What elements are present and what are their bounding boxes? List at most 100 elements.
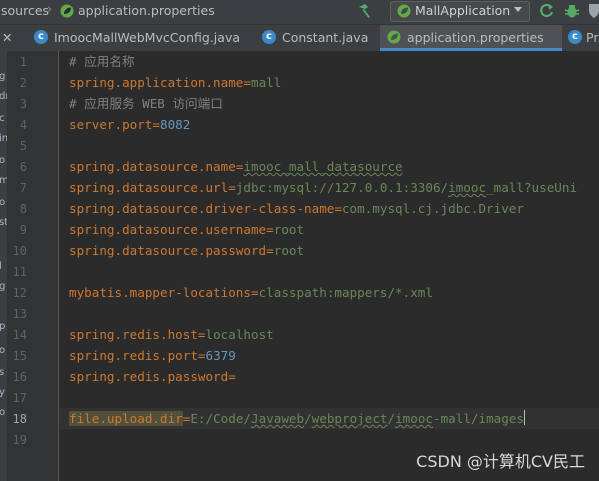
project-panel-edge: g dr c in o m o st l g p o s y o (0, 51, 8, 481)
equals-sign: = (334, 201, 342, 216)
tab-application-properties[interactable]: application.properties (380, 25, 562, 51)
equals-sign: = (197, 348, 206, 363)
tab-label: ImoocMallWebMvcConfig.java (54, 30, 240, 45)
property-value: mall (250, 75, 282, 90)
comment-text: # 应用名称 (69, 54, 135, 69)
code-line-15[interactable]: spring.redis.port=6379 (69, 345, 236, 366)
line-number: 17 (12, 391, 27, 405)
property-key: mybatis.mapper-locations (69, 285, 251, 300)
project-tree-fragment: o (0, 155, 5, 166)
line-number: 9 (19, 223, 27, 237)
property-value-typo: imooc (448, 180, 487, 195)
property-value: 6379 (205, 348, 236, 363)
project-tree-fragment: p (0, 321, 5, 332)
code-editor[interactable]: # 应用名称 spring.application.name=mall # 应用… (59, 51, 599, 481)
tab-constant[interactable]: c Constant.java (254, 25, 376, 51)
project-tree-fragment: o (0, 407, 5, 418)
property-key: spring.datasource.url (69, 180, 229, 195)
property-key: spring.application.name (69, 75, 244, 90)
comment-text: # 应用服务 WEB 访问端口 (69, 96, 223, 111)
breadcrumb-file[interactable]: application.properties (78, 3, 215, 18)
tab-pr[interactable]: c Pr (562, 25, 599, 51)
code-line-8[interactable]: spring.datasource.driver-class-name=com.… (69, 198, 524, 219)
line-number: 8 (19, 202, 27, 216)
code-line-6[interactable]: spring.datasource.name=imooc_mall_dataso… (69, 156, 403, 177)
code-line-18[interactable]: file.upload.dir=E:/Code/Javaweb/webproje… (69, 408, 526, 429)
property-value: / (304, 411, 312, 426)
run-configuration-label: MallApplication (415, 3, 511, 18)
equals-sign: = (250, 285, 259, 300)
tab-overflow-left[interactable]: ✕ (0, 25, 20, 51)
project-tree-fragment: c (0, 113, 5, 124)
line-number: 12 (12, 286, 27, 300)
equals-sign: = (243, 75, 251, 90)
build-hammer-icon[interactable] (356, 2, 374, 20)
debug-bug-icon[interactable] (563, 2, 581, 20)
line-number-gutter[interactable]: 1 2 3 4 5 6 7 8 9 10 11 12 13 14 15 16 1… (8, 51, 59, 481)
breadcrumb-sources[interactable]: sources (1, 3, 49, 18)
line-number: 3 (19, 97, 27, 111)
code-line-16[interactable]: spring.redis.password= (69, 366, 236, 387)
tab-label: Pr (586, 30, 599, 45)
spring-leaf-icon (387, 30, 401, 44)
ide-window: sources › application.properties MallApp… (0, 0, 599, 481)
code-line-4[interactable]: server.port=8082 (69, 114, 190, 135)
project-tree-fragment: st (0, 217, 8, 228)
code-line-1[interactable]: # 应用名称 (69, 51, 135, 72)
property-value: / (387, 411, 396, 426)
java-class-icon: c (262, 30, 276, 44)
line-number: 1 (19, 55, 27, 69)
property-value: classpath:mappers/*.xml (258, 285, 433, 300)
line-number: 14 (12, 328, 27, 342)
line-number: 2 (19, 76, 27, 90)
line-number: 10 (12, 244, 27, 258)
run-configuration-selector[interactable]: MallApplication (390, 1, 530, 22)
project-tree-fragment: g (0, 71, 5, 82)
close-icon[interactable]: ✕ (2, 30, 12, 45)
project-tree-fragment: o (0, 345, 5, 356)
code-line-2[interactable]: spring.application.name=mall (69, 72, 281, 93)
property-value: -mall/images (433, 411, 525, 426)
property-key: spring.redis.host (69, 327, 198, 342)
tab-label: application.properties (407, 30, 544, 45)
watermark: CSDN @计算机CV民工 (416, 452, 585, 471)
coverage-shield-icon[interactable] (588, 2, 599, 20)
property-key: spring.datasource.password (69, 243, 267, 258)
property-value: 8082 (160, 117, 191, 132)
project-tree-fragment: o (0, 197, 5, 208)
property-value: com.mysql.cj.jdbc.Driver (341, 201, 524, 216)
line-number: 5 (19, 139, 27, 153)
property-key: server.port (69, 117, 153, 132)
property-value: root (273, 222, 305, 237)
line-number: 4 (19, 118, 27, 132)
property-value: localhost (205, 327, 274, 342)
line-number-current: 18 (12, 412, 27, 426)
java-class-icon: c (34, 30, 48, 44)
editor-tab-bar: ✕ c ImoocMallWebMvcConfig.java c Constan… (0, 25, 599, 52)
line-number: 19 (12, 433, 27, 447)
equals-sign: = (266, 243, 274, 258)
property-value: _mall?useUni (486, 180, 578, 195)
project-tree-fragment: m (0, 175, 7, 186)
property-value-typo: imooc (395, 411, 434, 426)
code-line-12[interactable]: mybatis.mapper-locations=classpath:mappe… (69, 282, 433, 303)
equals-sign: = (228, 369, 236, 384)
code-line-10[interactable]: spring.datasource.password=root (69, 240, 304, 261)
code-line-7[interactable]: spring.datasource.url=jdbc:mysql://127.0… (69, 177, 577, 198)
property-key: spring.redis.port (69, 348, 198, 363)
line-number: 15 (12, 349, 27, 363)
tab-imooc-mall-web-mvc-config[interactable]: c ImoocMallWebMvcConfig.java (26, 25, 254, 51)
property-key: spring.datasource.username (69, 222, 267, 237)
rerun-icon[interactable] (538, 2, 556, 20)
property-key: spring.datasource.name (69, 159, 236, 174)
property-value-typo: Javaweb (251, 411, 305, 426)
code-line-14[interactable]: spring.redis.host=localhost (69, 324, 274, 345)
code-line-3[interactable]: # 应用服务 WEB 访问端口 (69, 93, 223, 114)
code-line-9[interactable]: spring.datasource.username=root (69, 219, 304, 240)
equals-sign: = (197, 327, 206, 342)
property-value: imooc_mall_datasource (243, 159, 403, 174)
chevron-down-icon (514, 7, 522, 12)
project-tree-fragment: in (0, 133, 8, 144)
text-cursor (524, 410, 526, 425)
property-value: E:/Code/ (190, 411, 251, 426)
